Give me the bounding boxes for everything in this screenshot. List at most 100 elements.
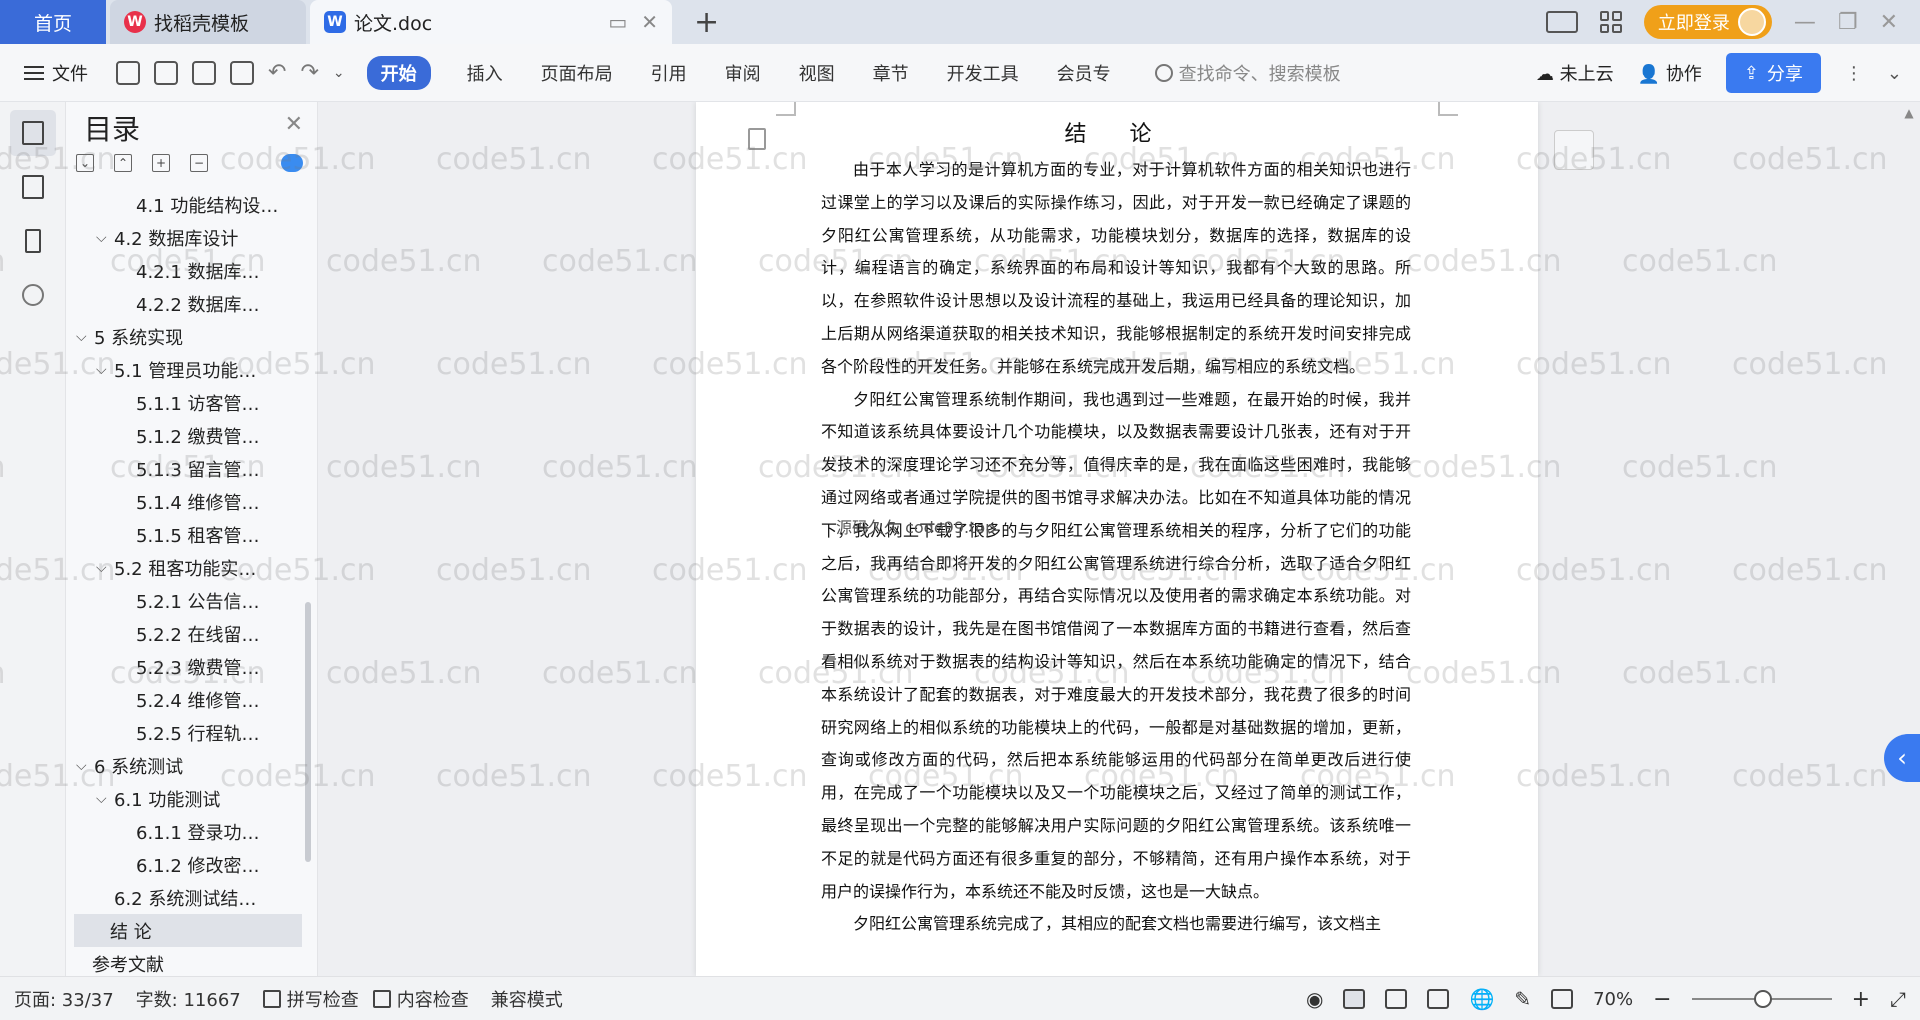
content-check-button[interactable]: 内容检查 — [372, 986, 469, 1012]
redo-icon[interactable]: ↷ — [300, 60, 318, 85]
toc-item[interactable]: 结 论 — [74, 914, 302, 947]
minimize-icon[interactable]: — — [1794, 10, 1816, 35]
toc-item[interactable]: 5.2.2 在线留… — [74, 617, 302, 650]
collapse-ribbon-icon[interactable]: ⌄ — [1887, 63, 1902, 84]
read-view-icon[interactable] — [1427, 989, 1450, 1009]
toc-item[interactable]: ⌵ 5.1 管理员功能… — [74, 353, 302, 386]
expand-all-icon[interactable]: ⌄ — [76, 154, 94, 172]
chevron-down-icon[interactable]: ⌵ — [96, 362, 114, 378]
rail-bookmark-button[interactable] — [10, 218, 56, 264]
web-view-icon[interactable]: 🌐 — [1469, 987, 1494, 1011]
toc-item[interactable]: ⌵ 4.2 数据库设计 — [74, 221, 302, 254]
fullscreen-icon[interactable]: ⤢ — [1890, 987, 1906, 1011]
rail-toc-button[interactable] — [9, 110, 56, 156]
menu-tab[interactable]: 审阅 — [725, 60, 761, 86]
cloud-status[interactable]: ☁ 未上云 — [1536, 60, 1614, 86]
write-mode-icon[interactable]: ✎ — [1514, 987, 1531, 1011]
rail-search-button[interactable] — [10, 272, 56, 318]
toc-item[interactable]: 4.2.2 数据库… — [74, 287, 302, 320]
new-tab-button[interactable]: + — [694, 5, 719, 40]
close-window-icon[interactable]: ✕ — [1880, 10, 1898, 35]
close-tab-icon[interactable]: ✕ — [641, 10, 658, 34]
toc-item[interactable]: 4.1 功能结构设… — [74, 188, 302, 221]
export-icon[interactable] — [154, 60, 178, 85]
fit-page-icon[interactable] — [1551, 989, 1574, 1009]
menu-tab[interactable]: 页面布局 — [541, 60, 613, 86]
toc-item[interactable]: 6.1.2 修改密… — [74, 848, 302, 881]
collapse-all-icon[interactable]: ⌃ — [114, 154, 132, 172]
toc-item[interactable]: 5.1.1 访客管… — [74, 386, 302, 419]
toc-item[interactable]: 4.2.1 数据库… — [74, 254, 302, 287]
toc-scrollbar[interactable] — [305, 602, 311, 862]
collaborate-button[interactable]: 👤 协作 — [1638, 60, 1702, 86]
toc-item[interactable]: 6.1.1 登录功… — [74, 815, 302, 848]
scroll-up-icon[interactable]: ▲ — [1902, 106, 1916, 120]
tab-home[interactable]: 首页 — [0, 0, 106, 44]
save-icon[interactable] — [116, 60, 140, 85]
zoom-out-icon[interactable]: − — [1653, 987, 1671, 1012]
toc-item[interactable]: 5.1.3 留言管… — [74, 452, 302, 485]
eye-protection-icon[interactable]: ◉ — [1306, 987, 1323, 1011]
paragraph: 由于本人学习的是计算机方面的专业，对于计算机软件方面的相关知识也进行过课堂上的学… — [821, 160, 1411, 376]
tab-template[interactable]: W 找稻壳模板 — [110, 0, 306, 44]
chevron-down-icon[interactable]: ⌄ — [333, 65, 345, 81]
chevron-down-icon[interactable]: ⌵ — [76, 329, 94, 345]
apps-grid-icon[interactable] — [1599, 11, 1622, 33]
toc-item[interactable]: 6.2 系统测试结… — [74, 881, 302, 914]
toc-item[interactable]: 5.2.3 缴费管… — [74, 650, 302, 683]
layout-icon[interactable] — [1545, 11, 1578, 33]
page-indicator[interactable]: 页面: 33/37 — [14, 986, 114, 1012]
toc-item[interactable]: ⌵ 6.1 功能测试 — [74, 782, 302, 815]
cloud-status-label: 未上云 — [1559, 64, 1614, 85]
toc-item[interactable]: 参考文献 — [74, 947, 302, 976]
close-icon[interactable]: ✕ — [285, 112, 303, 137]
ai-toc-icon[interactable] — [281, 154, 303, 172]
undo-icon[interactable]: ↶ — [268, 60, 286, 85]
toc-item[interactable]: 5.2.4 维修管… — [74, 683, 302, 716]
menu-tab[interactable]: 会员专 — [1057, 60, 1111, 86]
monitor-icon[interactable]: ▭ — [608, 10, 627, 34]
page-view-icon[interactable] — [1343, 989, 1366, 1009]
spell-check-button[interactable]: 拼写检查 — [262, 986, 359, 1012]
preview-icon[interactable] — [230, 60, 254, 85]
file-menu[interactable]: 文件 — [24, 60, 88, 86]
document-area: 结 论 由于本人学习的是计算机方面的专业，对于计算机软件方面的相关知识也进行过课… — [318, 102, 1920, 976]
toc-item[interactable]: ⌵ 5 系统实现 — [74, 320, 302, 353]
tab-document[interactable]: W 论文.doc ▭ ✕ — [310, 0, 672, 44]
share-button[interactable]: ⇪ 分享 — [1725, 53, 1821, 93]
toc-item[interactable]: 5.1.4 维修管… — [74, 485, 302, 518]
chevron-down-icon[interactable]: ⌵ — [96, 230, 114, 246]
zoom-knob[interactable] — [1753, 990, 1772, 1008]
chevron-down-icon[interactable]: ⌵ — [96, 791, 114, 807]
command-search[interactable]: 查找命令、搜索模板 — [1154, 60, 1341, 86]
menu-tab[interactable]: 开始 — [366, 55, 431, 90]
more-icon[interactable]: ⋮ — [1845, 63, 1863, 84]
chevron-down-icon[interactable]: ⌵ — [96, 560, 114, 576]
filter-icon[interactable] — [1554, 130, 1594, 170]
menu-tab[interactable]: 章节 — [873, 60, 909, 86]
toc-item[interactable]: ⌵ 5.2 租客功能实… — [74, 551, 302, 584]
rail-navigation-button[interactable] — [10, 164, 56, 210]
outline-view-icon[interactable] — [1385, 989, 1408, 1009]
toc-item[interactable]: 5.1.2 缴费管… — [74, 419, 302, 452]
vertical-scrollbar[interactable]: ▲ — [1902, 106, 1916, 972]
zoom-slider[interactable] — [1691, 990, 1832, 1008]
restore-icon[interactable]: ❐ — [1838, 10, 1858, 35]
toc-item[interactable]: 5.1.5 租客管… — [74, 518, 302, 551]
zoom-in-icon[interactable]: + — [1852, 987, 1870, 1012]
toc-item[interactable]: ⌵ 6 系统测试 — [74, 749, 302, 782]
menu-tab[interactable]: 插入 — [467, 60, 503, 86]
print-icon[interactable] — [192, 60, 216, 85]
menu-tab[interactable]: 开发工具 — [947, 60, 1019, 86]
word-count[interactable]: 字数: 11667 — [136, 986, 241, 1012]
menu-tab[interactable]: 引用 — [651, 60, 687, 86]
menu-tab[interactable]: 视图 — [799, 60, 835, 86]
toc-item[interactable]: 5.2.1 公告信… — [74, 584, 302, 617]
document-page[interactable]: 结 论 由于本人学习的是计算机方面的专业，对于计算机软件方面的相关知识也进行过课… — [696, 102, 1538, 976]
chevron-down-icon[interactable]: ⌵ — [76, 758, 94, 774]
toc-item[interactable]: 5.2.5 行程轨… — [74, 716, 302, 749]
add-heading-icon[interactable]: + — [152, 154, 170, 172]
login-button[interactable]: 立即登录 — [1643, 5, 1772, 39]
remove-heading-icon[interactable]: − — [190, 154, 208, 172]
zoom-level[interactable]: 70% — [1593, 989, 1633, 1010]
